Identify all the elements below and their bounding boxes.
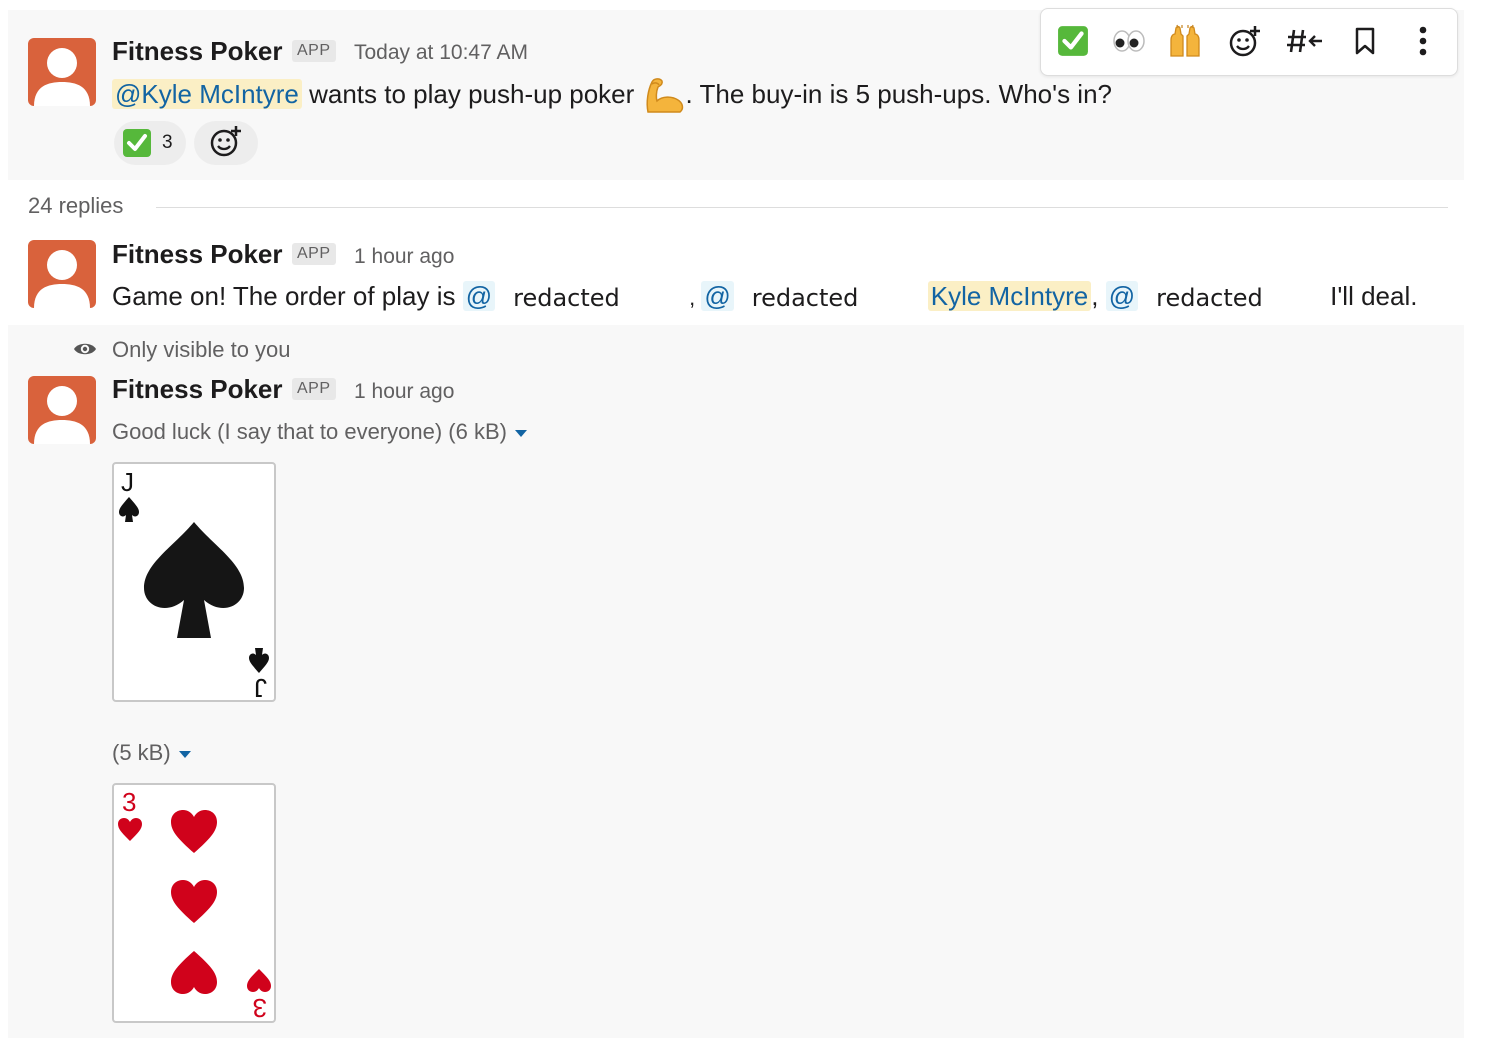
- redacted-user: redacted: [1138, 269, 1331, 328]
- ephemeral-notice: Only visible to you: [112, 337, 291, 362]
- message-text: Game on! The order of play is @ redacted,…: [112, 267, 1418, 328]
- message-actions-toolbar: [1040, 8, 1458, 76]
- playing-card-three-of-hearts[interactable]: 3 3: [112, 783, 276, 1023]
- file-title: (5 kB): [112, 740, 171, 765]
- add-reaction-toolbar-button[interactable]: [1225, 23, 1265, 63]
- message-text-part: . The buy-in is 5 push-ups. Who's in?: [685, 78, 1113, 109]
- react-check-button[interactable]: [1053, 23, 1093, 63]
- white-check-mark-icon: [1057, 25, 1089, 62]
- timestamp[interactable]: 1 hour ago: [354, 380, 454, 404]
- file-label[interactable]: Good luck (I say that to everyone) (6 kB…: [112, 419, 527, 445]
- replies-divider: [156, 207, 1448, 208]
- save-bookmark-button[interactable]: [1345, 23, 1385, 63]
- app-badge: APP: [292, 40, 336, 62]
- user-mention[interactable]: @Kyle McIntyre: [112, 78, 302, 109]
- eyes-icon: [1112, 29, 1146, 58]
- user-mention[interactable]: @: [701, 281, 734, 311]
- more-actions-button[interactable]: [1403, 23, 1443, 63]
- share-to-channel-icon: [1286, 26, 1324, 61]
- raised-hands-icon: [1168, 24, 1202, 63]
- message-text-part: wants to play push-up poker: [301, 78, 642, 109]
- add-reaction-icon: [1228, 24, 1262, 63]
- reaction-count: 3: [162, 132, 173, 153]
- separator: ,: [689, 285, 702, 310]
- svg-text:J: J: [254, 673, 267, 700]
- chevron-down-icon[interactable]: [514, 429, 527, 437]
- message-text-part: Game on! The order of play is: [112, 281, 463, 311]
- reaction-check-pill[interactable]: 3: [114, 121, 186, 165]
- playing-card-jack-of-spades[interactable]: J J: [112, 462, 276, 702]
- svg-text:3: 3: [122, 787, 136, 817]
- react-eyes-button[interactable]: [1109, 23, 1149, 63]
- redacted-user: redacted: [733, 269, 928, 328]
- author-name[interactable]: Fitness Poker: [112, 36, 283, 67]
- separator: ,: [1091, 281, 1106, 311]
- message-text-part: I'll deal.: [1330, 281, 1418, 311]
- svg-text:3: 3: [253, 993, 267, 1021]
- avatar[interactable]: [28, 240, 96, 308]
- user-mention[interactable]: @: [1105, 281, 1139, 311]
- redacted-user: redacted: [495, 269, 690, 328]
- file-label[interactable]: (5 kB): [112, 740, 191, 766]
- user-mention[interactable]: @: [462, 281, 496, 311]
- add-reaction-button[interactable]: [194, 121, 258, 165]
- react-raised-hands-button[interactable]: [1165, 23, 1205, 63]
- author-name[interactable]: Fitness Poker: [112, 374, 283, 405]
- avatar[interactable]: [28, 38, 96, 106]
- timestamp[interactable]: Today at 10:47 AM: [354, 41, 528, 65]
- author-name[interactable]: Fitness Poker: [112, 239, 283, 270]
- app-badge: APP: [292, 378, 336, 400]
- flexed-biceps-icon: [642, 76, 686, 116]
- app-badge: APP: [292, 243, 336, 265]
- bookmark-icon: [1354, 26, 1376, 61]
- replies-count[interactable]: 24 replies: [28, 193, 123, 219]
- svg-text:J: J: [121, 467, 134, 497]
- chevron-down-icon[interactable]: [178, 750, 191, 758]
- message-text: @Kyle McIntyre wants to play push-up pok…: [112, 76, 1112, 116]
- eye-icon: [72, 338, 98, 365]
- timestamp[interactable]: 1 hour ago: [354, 245, 454, 269]
- avatar[interactable]: [28, 376, 96, 444]
- more-actions-icon: [1418, 25, 1428, 62]
- user-mention-kyle[interactable]: Kyle McIntyre: [927, 281, 1092, 311]
- white-check-mark-icon: [122, 128, 152, 158]
- add-reaction-icon: [209, 124, 243, 163]
- share-to-channel-button[interactable]: [1285, 23, 1325, 63]
- file-title: Good luck (I say that to everyone) (6 kB…: [112, 419, 507, 444]
